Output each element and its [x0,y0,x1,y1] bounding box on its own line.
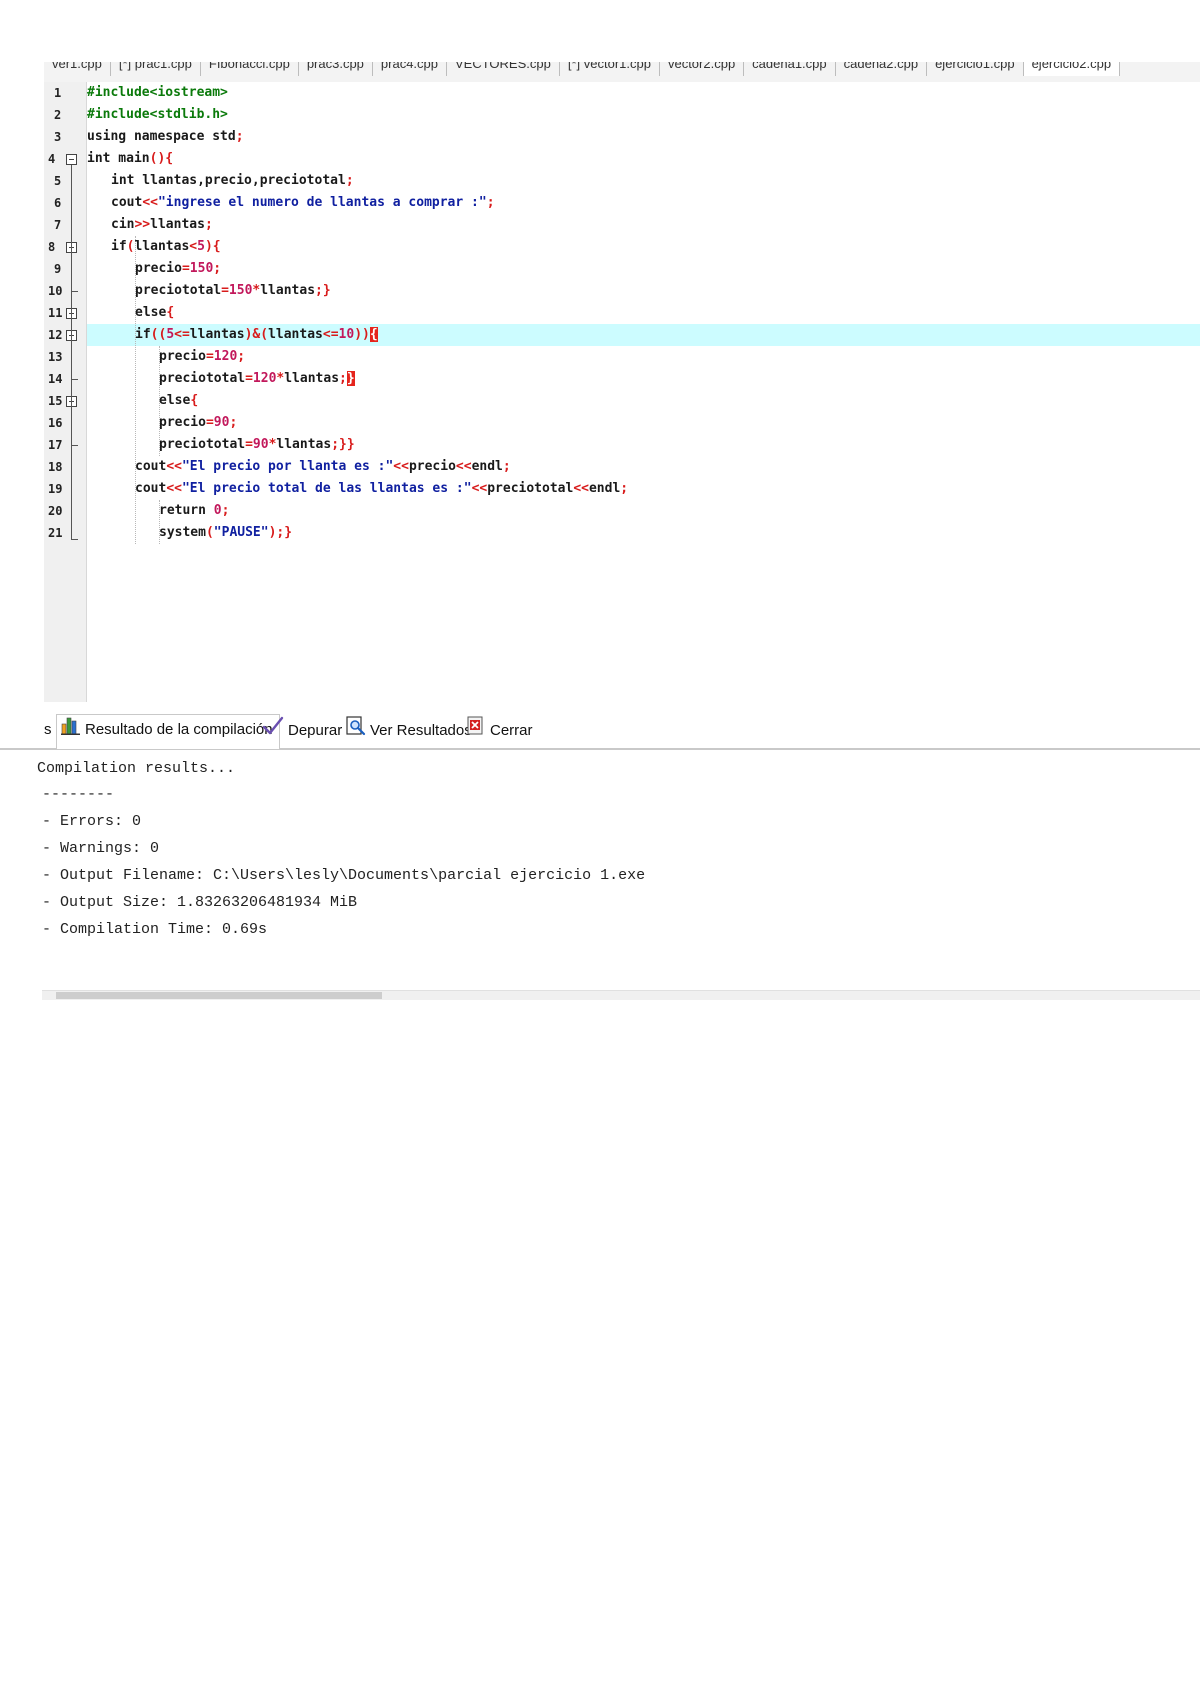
code-line: cout<<"El precio total de las llantas es… [135,481,629,496]
code-line: cin>>llantas; [111,217,213,232]
output-line: - Errors: 0 [42,813,142,830]
code-line: preciototal=150*llantas;} [135,283,331,298]
line-number: 2 [54,108,62,122]
code-line: if(llantas<5){ [111,239,221,254]
code-line: int main(){ [87,151,174,166]
code-line: #include<iostream> [87,85,228,100]
line-number: 9 [54,262,62,276]
file-tab[interactable]: FIbonacci.cpp [201,62,299,76]
close-x-icon [466,716,486,746]
tab-close[interactable]: Cerrar [466,716,533,744]
file-tab[interactable]: cadena1.cpp [744,62,836,76]
code-line: precio=90; [159,415,238,430]
code-line: cout<<"El precio por llanta es :"<<preci… [135,459,511,474]
code-line-highlighted: if((5<=llantas)&(llantas<=10)){ [135,327,378,342]
file-tab[interactable]: vector2.cpp [660,62,745,76]
file-tab[interactable]: cadena2.cpp [836,62,928,76]
output-line: - Warnings: 0 [42,840,160,857]
tab-view-results[interactable]: Ver Resultados [346,716,472,744]
code-line: precio=150; [135,261,222,276]
code-area[interactable]: #include<iostream> #include<stdlib.h> us… [87,82,1200,702]
output-line: - Output Filename: C:\Users\lesly\Docume… [42,867,646,884]
file-tab[interactable]: ver1.cpp [44,62,111,76]
tab-label: s [44,721,52,738]
output-line: - Compilation Time: 0.69s [42,921,268,938]
fold-line [71,445,78,446]
fold-line [71,291,78,292]
code-line: preciototal=90*llantas;}} [159,437,355,452]
fold-line [71,165,72,540]
code-line: else{ [159,393,199,408]
line-number-gutter: 1 2 3 4 5 6 7 8 9 10 11 12 13 14 15 16 1… [44,82,87,702]
line-number: 7 [54,218,62,232]
code-line: #include<stdlib.h> [87,107,228,122]
file-tab[interactable]: [*] prac1.cpp [111,62,201,76]
tab-hidden-partial[interactable]: s [44,716,52,744]
scrollbar-thumb[interactable] [56,992,382,999]
file-tab[interactable]: prac4.cpp [373,62,447,76]
file-tab[interactable]: VECTORES.cpp [447,62,560,76]
bar-chart-icon [61,715,81,745]
code-line: int llantas,precio,preciototal; [111,173,354,188]
output-line: -------- [42,786,115,803]
magnifier-page-icon [346,716,366,746]
tab-label: Cerrar [490,721,533,739]
file-tab[interactable]: prac3.cpp [299,62,373,76]
code-line: precio=120; [159,349,246,364]
horizontal-scrollbar[interactable] [42,990,1200,1000]
fold-line [71,379,78,380]
tab-label: Depurar [288,721,343,739]
tab-label: Ver Resultados [370,721,472,739]
line-number: 5 [54,174,62,188]
tab-debug[interactable]: Depurar [262,716,342,744]
line-number: 1 [54,86,62,100]
code-line: return 0; [159,503,230,518]
tab-label: Resultado de la compilación [85,720,273,738]
code-editor[interactable]: 1 2 3 4 5 6 7 8 9 10 11 12 13 14 15 16 1… [44,82,1200,702]
fold-toggle-icon[interactable] [66,154,77,165]
bottom-panel-tabs: s Resultado de la compilación Depurar Ve… [0,710,1200,750]
code-line: cout<<"ingrese el numero de llantas a co… [111,195,495,210]
file-tab[interactable]: [*] vector1.cpp [560,62,660,76]
code-line: system("PAUSE");} [159,525,293,540]
code-line: else{ [135,305,175,320]
output-line: - Output Size: 1.83263206481934 MiB [42,894,358,911]
line-number: 3 [54,130,62,144]
output-line: Compilation results... [37,760,236,777]
file-tab-strip: ver1.cpp [*] prac1.cpp FIbonacci.cpp prac3.… [44,62,1200,83]
file-tab[interactable]: ejercicio1.cpp [927,62,1024,76]
check-icon [262,716,284,746]
fold-line [71,539,78,540]
tab-compile-results[interactable]: Resultado de la compilación [56,714,280,749]
code-line: using namespace std; [87,129,244,144]
code-line: preciototal=120*llantas;} [159,371,355,386]
line-number: 6 [54,196,62,210]
file-tab-active[interactable]: ejercicio2.cpp [1023,62,1121,76]
